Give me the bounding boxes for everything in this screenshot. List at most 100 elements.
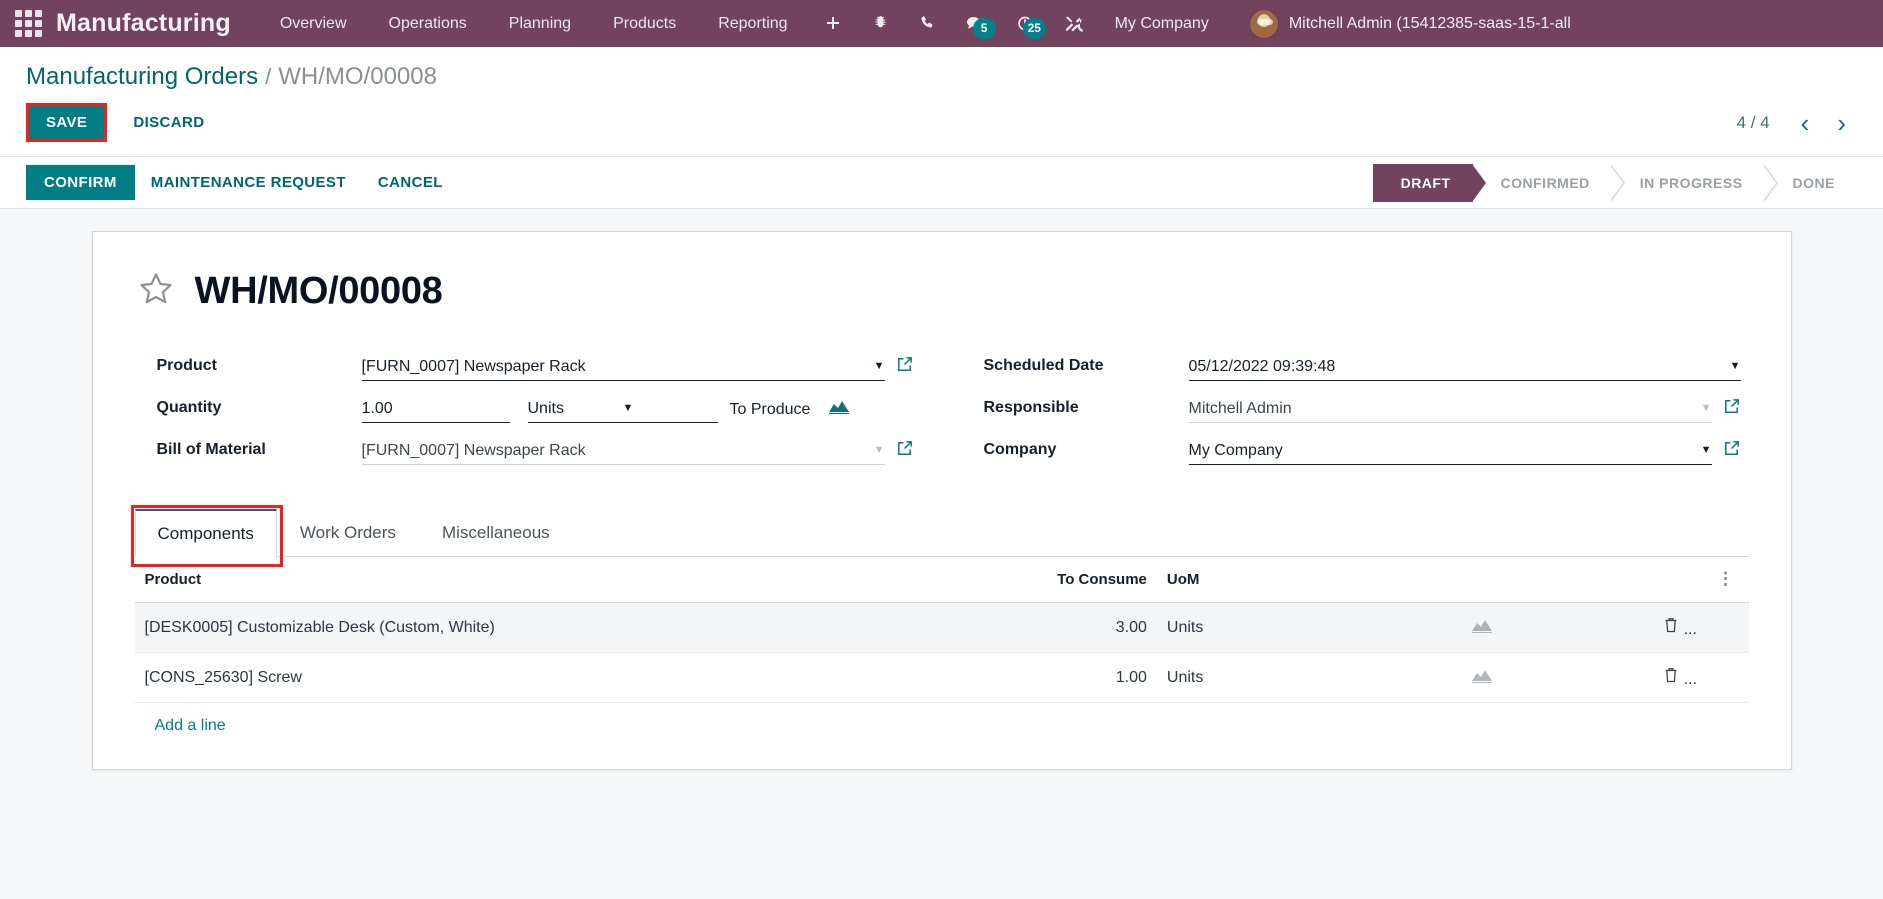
row-options-spacer xyxy=(1706,602,1749,653)
breadcrumb-current: WH/MO/00008 xyxy=(278,63,437,90)
table-row[interactable]: [DESK0005] Customizable Desk (Custom, Wh… xyxy=(134,602,1749,653)
field-scheduled-date-input-wrap[interactable]: 05/12/2022 09:39:48 ▼ xyxy=(1188,358,1741,381)
table-row[interactable]: [CONS_25630] Screw 1.00 Units ... xyxy=(134,652,1749,703)
form-sheet-wrapper: WH/MO/00008 Product [FURN_0007] Newspape… xyxy=(0,209,1883,770)
pager-next-icon[interactable]: › xyxy=(1826,110,1857,136)
area-chart-icon[interactable] xyxy=(810,397,850,423)
scheduled-date-input[interactable]: 05/12/2022 09:39:48 xyxy=(1189,358,1724,376)
confirm-button[interactable]: CONFIRM xyxy=(26,165,135,200)
activities-clock-icon[interactable]: 25 xyxy=(1001,14,1049,39)
bug-icon[interactable] xyxy=(857,14,904,33)
quantity-uom-select[interactable]: Units ▼ xyxy=(527,400,718,423)
row-uom[interactable]: Units xyxy=(1156,602,1359,653)
tab-work-orders[interactable]: Work Orders xyxy=(277,509,419,557)
chevron-down-icon[interactable]: ▼ xyxy=(874,442,885,460)
row-delete-cell[interactable]: ... xyxy=(1605,652,1707,703)
form-sheet: WH/MO/00008 Product [FURN_0007] Newspape… xyxy=(91,231,1792,770)
row-delete-suffix: ... xyxy=(1683,621,1697,638)
row-area-chart-icon[interactable] xyxy=(1358,602,1606,653)
row-area-chart-icon[interactable] xyxy=(1358,652,1606,703)
star-outline-icon[interactable] xyxy=(137,270,175,313)
apps-grid-icon[interactable] xyxy=(0,0,56,47)
add-line-row[interactable]: Add a line xyxy=(135,703,1749,750)
company-input[interactable]: My Company xyxy=(1189,442,1695,460)
nav-menu-products[interactable]: Products xyxy=(592,0,697,47)
components-table-head: Product To Consume UoM ⋮ xyxy=(134,557,1749,603)
header-product: Product xyxy=(134,557,1023,603)
product-internal-link-icon[interactable] xyxy=(895,355,914,379)
field-bill-of-material: Bill of Material [FURN_0007] Newspaper R… xyxy=(157,423,914,465)
field-bill-of-material-label: Bill of Material xyxy=(156,441,266,458)
breadcrumb: Manufacturing Orders / WH/MO/00008 xyxy=(0,47,1883,93)
field-bom-input-wrap[interactable]: [FURN_0007] Newspaper Rack ▼ xyxy=(361,442,885,465)
chevron-down-icon[interactable]: ▼ xyxy=(874,358,885,376)
pager-count: 4 / 4 xyxy=(1736,112,1770,132)
nav-menu-reporting[interactable]: Reporting xyxy=(697,0,808,47)
header-options: ⋮ xyxy=(1706,557,1749,603)
row-delete-cell[interactable]: ... xyxy=(1605,602,1707,653)
status-stage-draft[interactable]: DRAFT xyxy=(1372,163,1486,202)
add-a-line-button[interactable]: Add a line xyxy=(145,703,236,749)
notebook-tabs: Components Work Orders Miscellaneous xyxy=(130,505,1749,567)
tools-icon[interactable] xyxy=(1049,14,1097,34)
quantity-input[interactable]: 1.00 xyxy=(361,400,510,423)
breadcrumb-root-link[interactable]: Manufacturing Orders xyxy=(26,63,258,91)
header-uom: UoM xyxy=(1156,557,1359,603)
bom-internal-link-icon[interactable] xyxy=(895,439,914,463)
vertical-dots-icon[interactable]: ⋮ xyxy=(1717,569,1734,588)
row-to-consume[interactable]: 1.00 xyxy=(1022,652,1157,703)
top-navbar: Manufacturing Overview Operations Planni… xyxy=(0,0,1883,47)
messages-badge: 5 xyxy=(972,17,996,39)
chevron-down-icon[interactable]: ▼ xyxy=(1730,358,1741,376)
tab-components[interactable]: Components xyxy=(134,509,277,557)
responsible-input[interactable]: Mitchell Admin xyxy=(1189,400,1695,418)
components-table-body: [DESK0005] Customizable Desk (Custom, Wh… xyxy=(134,602,1749,750)
notebook: Components Work Orders Miscellaneous Pro… xyxy=(130,505,1751,750)
company-internal-link-icon[interactable] xyxy=(1722,439,1741,463)
header-to-consume: To Consume xyxy=(1022,557,1157,603)
discard-button[interactable]: DISCARD xyxy=(121,106,216,139)
plus-icon[interactable] xyxy=(809,14,857,34)
field-responsible-input-wrap[interactable]: Mitchell Admin ▼ xyxy=(1188,400,1712,423)
trash-icon[interactable] xyxy=(1663,618,1683,638)
maintenance-request-button[interactable]: MAINTENANCE REQUEST xyxy=(135,165,362,200)
navbar-company-name[interactable]: My Company xyxy=(1097,15,1227,33)
status-bar: DRAFT CONFIRMED IN PROGRESS DONE xyxy=(1372,163,1857,202)
field-product-input-wrap[interactable]: [FURN_0007] Newspaper Rack ▼ xyxy=(361,358,885,381)
phone-icon[interactable] xyxy=(904,14,951,33)
status-stage-done[interactable]: DONE xyxy=(1765,164,1857,202)
chevron-down-icon[interactable]: ▼ xyxy=(1701,442,1712,460)
nav-menu-planning[interactable]: Planning xyxy=(488,0,592,47)
field-company-input-wrap[interactable]: My Company ▼ xyxy=(1188,442,1712,465)
to-produce-label: To Produce xyxy=(729,401,811,418)
row-product[interactable]: [DESK0005] Customizable Desk (Custom, Wh… xyxy=(134,602,1023,653)
save-button[interactable]: SAVE xyxy=(29,106,105,139)
control-panel: Manufacturing Orders / WH/MO/00008 SAVE … xyxy=(0,47,1883,157)
responsible-internal-link-icon[interactable] xyxy=(1722,397,1741,421)
nav-menu-overview[interactable]: Overview xyxy=(259,0,368,47)
bill-of-material-input[interactable]: [FURN_0007] Newspaper Rack xyxy=(362,442,868,460)
field-responsible: Responsible Mitchell Admin ▼ xyxy=(984,381,1741,423)
trash-icon[interactable] xyxy=(1663,668,1683,688)
status-stage-in-progress[interactable]: IN PROGRESS xyxy=(1612,163,1778,202)
pager-previous-icon[interactable]: ‹ xyxy=(1790,110,1821,136)
record-pager: 4 / 4 ‹ › xyxy=(1737,110,1857,136)
user-name-label: Mitchell Admin (15412385-saas-15-1-all xyxy=(1288,14,1571,32)
status-stage-confirmed[interactable]: CONFIRMED xyxy=(1473,163,1626,202)
field-product-label: Product xyxy=(156,357,217,374)
user-menu[interactable]: Mitchell Admin (15412385-saas-15-1-all xyxy=(1227,8,1571,39)
field-responsible-label: Responsible xyxy=(983,399,1079,416)
row-delete-suffix: ... xyxy=(1683,671,1697,688)
tab-miscellaneous[interactable]: Miscellaneous xyxy=(419,509,573,557)
chevron-down-icon[interactable]: ▼ xyxy=(623,400,718,418)
cancel-button[interactable]: CANCEL xyxy=(362,165,459,200)
messages-icon[interactable]: 5 xyxy=(951,14,1001,39)
row-to-consume[interactable]: 3.00 xyxy=(1022,602,1157,653)
field-quantity: Quantity 1.00 Units ▼ To Produce xyxy=(157,381,914,423)
field-product: Product [FURN_0007] Newspaper Rack ▼ xyxy=(157,339,914,381)
row-uom[interactable]: Units xyxy=(1156,652,1359,703)
product-input[interactable]: [FURN_0007] Newspaper Rack xyxy=(362,358,868,376)
chevron-down-icon[interactable]: ▼ xyxy=(1701,400,1712,418)
nav-menu-operations[interactable]: Operations xyxy=(368,0,488,47)
row-product[interactable]: [CONS_25630] Screw xyxy=(134,652,1023,703)
